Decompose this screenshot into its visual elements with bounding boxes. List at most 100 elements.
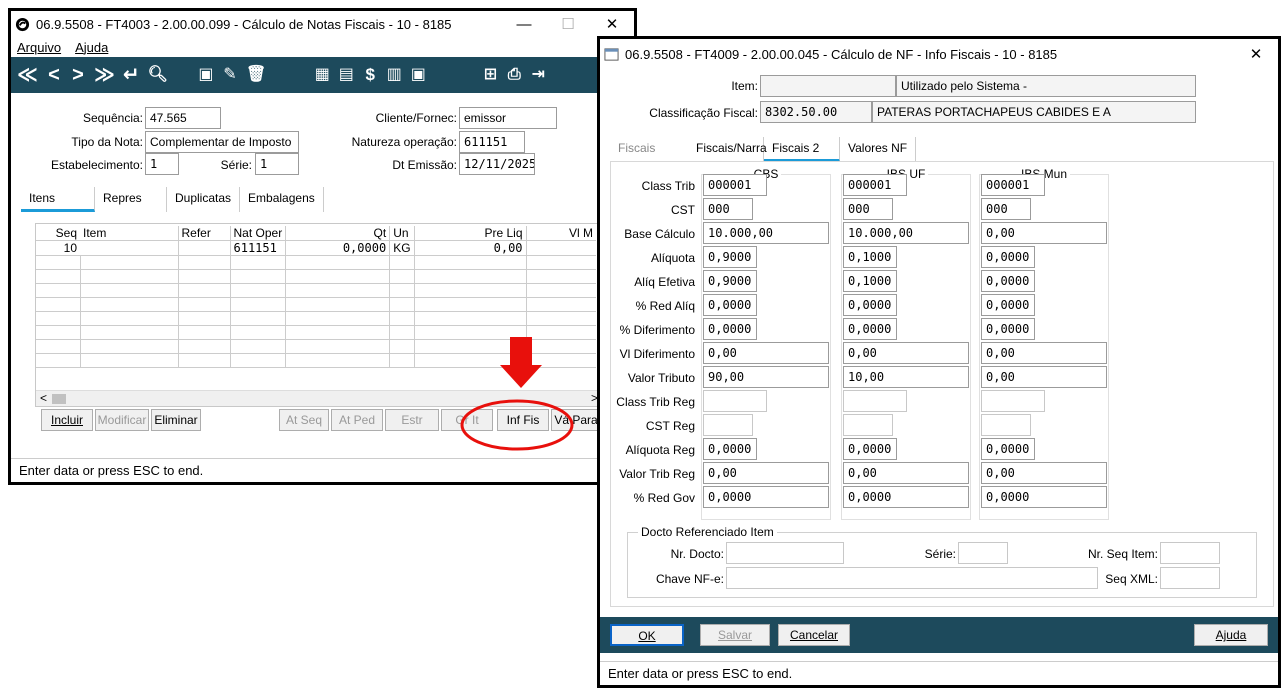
next-icon[interactable]: > xyxy=(70,57,86,93)
tax-field[interactable]: 10.000,00 xyxy=(703,222,829,244)
tax-field[interactable]: 0,0000 xyxy=(981,318,1035,340)
tab-valores-nf[interactable]: Valores NF xyxy=(840,137,917,162)
estr-button[interactable]: Estr xyxy=(385,409,439,431)
delete-icon[interactable]: 🗑︎ xyxy=(246,57,266,93)
tab-fiscais-narra[interactable]: Fiscais/Narra xyxy=(688,137,767,162)
cliente-field[interactable]: emissor xyxy=(459,107,557,129)
tax-field[interactable]: 0,0000 xyxy=(703,486,829,508)
seq-xml-field[interactable] xyxy=(1160,567,1220,589)
tax-field[interactable]: 0,00 xyxy=(981,342,1107,364)
scroll-left-icon[interactable]: < xyxy=(40,391,47,405)
hscroll-thumb[interactable] xyxy=(52,394,66,404)
tax-field[interactable]: 0,0000 xyxy=(703,318,757,340)
prev-icon[interactable]: < xyxy=(46,57,62,93)
eliminar-button[interactable]: Eliminar xyxy=(151,409,201,431)
menu-ajuda[interactable]: Ajuda xyxy=(75,40,108,55)
horizontal-scrollbar[interactable]: < > xyxy=(36,390,602,406)
tax-field[interactable]: 0,0000 xyxy=(843,486,969,508)
tab-fiscais[interactable]: Fiscais xyxy=(610,137,688,162)
nr-seq-item-field[interactable] xyxy=(1160,542,1220,564)
natureza-field[interactable]: 611151 xyxy=(459,131,525,153)
tax-field[interactable]: 0,0000 xyxy=(981,486,1107,508)
tree-icon[interactable]: ⊞ xyxy=(482,57,498,93)
tab-repres[interactable]: Repres xyxy=(95,187,167,212)
modificar-button[interactable]: Modificar xyxy=(95,409,149,431)
minimize-button[interactable]: — xyxy=(502,16,546,33)
tax-field[interactable]: 000 xyxy=(703,198,753,220)
ajuda-button[interactable]: Ajuda xyxy=(1194,624,1268,646)
calculator-icon[interactable]: ▦ xyxy=(314,57,330,93)
col-nat-oper[interactable]: Nat Oper xyxy=(230,226,287,241)
col-refer[interactable]: Refer xyxy=(178,226,231,241)
dollar-icon[interactable]: $ xyxy=(362,57,378,93)
salvar-button[interactable]: Salvar xyxy=(700,624,770,646)
cancelar-button[interactable]: Cancelar xyxy=(778,624,850,646)
chave-nfe-field[interactable] xyxy=(726,567,1098,589)
last-icon[interactable]: ≫ xyxy=(94,57,115,93)
nr-docto-field[interactable] xyxy=(726,542,844,564)
inf-fis-button[interactable]: Inf Fis xyxy=(497,409,549,431)
tax-field[interactable] xyxy=(703,414,753,436)
tax-field[interactable]: 0,1000 xyxy=(843,270,897,292)
tax-field[interactable] xyxy=(843,414,893,436)
table-row[interactable] xyxy=(36,353,597,368)
incluir-button[interactable]: Incluir xyxy=(41,409,93,431)
tax-field[interactable]: 10.000,00 xyxy=(843,222,969,244)
gr-it-button[interactable]: Gr It xyxy=(441,409,493,431)
tax-field[interactable] xyxy=(843,390,907,412)
item-field[interactable] xyxy=(760,75,896,97)
table-row[interactable] xyxy=(36,311,597,326)
tax-field[interactable]: 0,0000 xyxy=(981,438,1035,460)
tax-field[interactable]: 0,00 xyxy=(843,462,969,484)
tab-itens[interactable]: Itens xyxy=(21,187,95,212)
at-seq-button[interactable]: At Seq xyxy=(279,409,329,431)
ok-button[interactable]: OK xyxy=(610,624,684,646)
tax-field[interactable]: 0,0000 xyxy=(981,294,1035,316)
tax-field[interactable]: 10,00 xyxy=(843,366,969,388)
table-row[interactable] xyxy=(36,255,597,270)
tab-fiscais-2[interactable]: Fiscais 2 xyxy=(764,137,840,162)
tax-field[interactable] xyxy=(981,414,1031,436)
new-icon[interactable]: ▣ xyxy=(198,57,214,93)
tipo-nota-field[interactable]: Complementar de Imposto xyxy=(145,131,299,153)
table-row[interactable] xyxy=(36,297,597,312)
tax-field[interactable]: 0,0000 xyxy=(843,294,897,316)
col-item[interactable]: Item xyxy=(80,226,179,241)
first-icon[interactable]: ≪ xyxy=(17,57,38,93)
sequencia-field[interactable]: 47.565 xyxy=(145,107,221,129)
tax-field[interactable]: 000 xyxy=(981,198,1031,220)
tax-field[interactable]: 0,9000 xyxy=(703,246,757,268)
table-row[interactable] xyxy=(36,339,597,354)
table-row[interactable] xyxy=(36,269,597,284)
tax-field[interactable]: 0,00 xyxy=(981,366,1107,388)
tax-field[interactable] xyxy=(703,390,767,412)
tax-field[interactable]: 000 xyxy=(843,198,893,220)
tax-field[interactable]: 0,00 xyxy=(703,342,829,364)
tax-field[interactable]: 0,00 xyxy=(843,342,969,364)
tax-field[interactable]: 000001 xyxy=(981,174,1045,196)
va-para-button[interactable]: Vá Para xyxy=(551,409,601,431)
tax-field[interactable]: 0,00 xyxy=(981,222,1107,244)
tab-duplicatas[interactable]: Duplicatas xyxy=(167,187,241,212)
col-seq[interactable]: Seq xyxy=(36,226,80,241)
tax-field[interactable]: 0,0000 xyxy=(981,246,1035,268)
tab-embalagens[interactable]: Embalagens xyxy=(240,187,324,212)
menu-arquivo[interactable]: Arquivo xyxy=(17,40,61,55)
tax-field[interactable]: 0,0000 xyxy=(703,294,757,316)
tax-field[interactable]: 0,0000 xyxy=(843,318,897,340)
tax-field[interactable] xyxy=(981,390,1045,412)
tax-field[interactable]: 0,0000 xyxy=(703,438,757,460)
tax-field[interactable]: 000001 xyxy=(703,174,767,196)
col-qt[interactable]: Qt xyxy=(285,226,391,241)
print-icon[interactable]: ⎙ xyxy=(506,57,522,93)
tax-field[interactable]: 0,0000 xyxy=(981,270,1035,292)
table-row[interactable]: 10 611151 0,0000 KG 0,00 xyxy=(36,240,597,256)
col-vl-m[interactable]: Vl M xyxy=(526,226,597,241)
tax-field[interactable]: 90,00 xyxy=(703,366,829,388)
tax-field[interactable]: 0,9000 xyxy=(703,270,757,292)
edit-icon[interactable]: ✎ xyxy=(222,57,238,93)
docto-serie-field[interactable] xyxy=(958,542,1008,564)
table-row[interactable] xyxy=(36,325,597,340)
document-icon[interactable]: ▣ xyxy=(410,57,426,93)
dt-emissao-field[interactable]: 12/11/2025 xyxy=(459,153,535,175)
